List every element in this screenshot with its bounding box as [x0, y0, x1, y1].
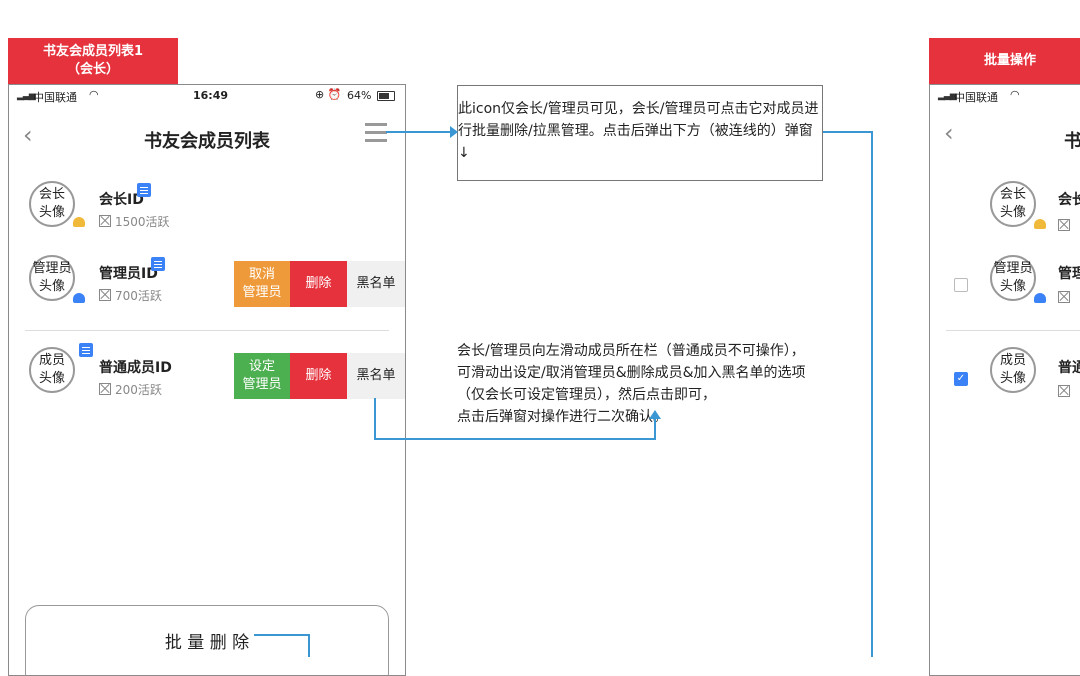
blacklist-button[interactable]: 黑名单: [347, 261, 405, 307]
select-checkbox[interactable]: [954, 278, 968, 292]
connector-note-to-right: [823, 131, 873, 133]
user-badge-icon: [1034, 293, 1046, 303]
wifi-icon: ◠: [89, 88, 99, 101]
member-activity: 1500活跃: [99, 213, 170, 230]
phone-screen-right: ▂▃▅ 中国联通 ◠ ‹ 书 会长头像 会长 管理员头像 管理 ✓ 成员头像 普…: [929, 84, 1080, 676]
user-badge-icon: [73, 293, 85, 303]
note-icon: [79, 343, 93, 357]
wifi-icon: ◠: [1010, 88, 1020, 101]
activity-icon: [1058, 215, 1074, 234]
status-bar: ▂▃▅ 中国联通 ◠ 16:49 ⊕ ⏰ 64%: [9, 85, 405, 107]
note-icon: [137, 183, 151, 197]
set-admin-button[interactable]: 设定 管理员: [234, 353, 290, 399]
carrier-label: 中国联通: [954, 91, 998, 104]
connector-swipe-horizontal: [374, 438, 656, 440]
back-chevron-icon[interactable]: ‹: [944, 119, 954, 147]
activity-icon: [1058, 381, 1074, 400]
activity-icon: [99, 383, 111, 395]
avatar: 成员 头像: [29, 347, 75, 393]
list-item[interactable]: 会长 头像 会长ID 1500活跃: [9, 177, 405, 245]
list-item[interactable]: 管理员 头像 管理员ID 700活跃 取消 管理员 删除 黑名单: [9, 251, 405, 319]
screen-tag-left: 书友会成员列表1 （会长）: [8, 38, 178, 84]
divider: [946, 330, 1080, 331]
screen-tag-line2: （会长）: [66, 62, 119, 77]
member-name: 普通: [1058, 360, 1080, 376]
batch-delete-label: 批 量 删 除: [164, 633, 250, 653]
swipe-annotation-line: 点击后弹窗对操作进行二次确认。: [457, 409, 667, 425]
phone-screen-left: ▂▃▅ 中国联通 ◠ 16:49 ⊕ ⏰ 64% ‹ 书友会成员列表 会长 头像 …: [8, 84, 406, 676]
connector-swipe-up: [654, 418, 656, 440]
connector-batch-horizontal: [254, 634, 310, 636]
divider: [25, 330, 389, 331]
menu-icon-annotation-box: 此icon仅会长/管理员可见，会长/管理员可点击它对成员进行批量删除/拉黑管理。…: [457, 85, 823, 181]
arrow-head-icon: [450, 126, 458, 138]
note-icon: [151, 257, 165, 271]
swipe-annotation: 会长/管理员向左滑动成员所在栏（普通成员不可操作）， 可滑动出设定/取消管理员&…: [457, 340, 867, 428]
member-activity: 200活跃: [99, 381, 162, 398]
list-item[interactable]: 成员 头像 普通成员ID 200活跃 设定 管理员 删除 黑名单: [9, 343, 405, 411]
activity-icon: [99, 215, 111, 227]
member-name: 管理员ID: [99, 266, 158, 282]
activity-icon: [1058, 287, 1074, 306]
screen-tag-line1: 书友会成员列表1: [42, 44, 144, 59]
connector-swipe-down: [374, 398, 376, 440]
menu-icon-annotation: 此icon仅会长/管理员可见，会长/管理员可点击它对成员进行批量删除/拉黑管理。…: [458, 101, 819, 161]
avatar: 成员 头像: [990, 347, 1036, 393]
member-activity: 700活跃: [99, 287, 162, 304]
battery-percent: 64%: [347, 89, 372, 102]
delete-button[interactable]: 删除: [290, 261, 347, 307]
carrier-label: 中国联通: [33, 91, 77, 104]
select-checkbox-checked[interactable]: ✓: [954, 372, 968, 386]
arrow-head-icon: [649, 410, 661, 419]
connector-batch-vertical: [308, 634, 310, 657]
swipe-annotation-line: （仅会长可设定管理员），然后点击即可，: [457, 387, 716, 403]
screen-tag-right-label: 批量操作: [984, 53, 1037, 68]
avatar: 会长 头像: [29, 181, 75, 227]
connector-note-to-right-vertical: [871, 131, 873, 657]
crown-badge-icon: [73, 217, 85, 227]
member-name: 普通成员ID: [99, 360, 172, 376]
screen-tag-right: 批量操作: [929, 38, 1080, 84]
member-name: 会长: [1058, 192, 1080, 208]
avatar: 管理员 头像: [990, 255, 1036, 301]
page-title: 书: [1064, 127, 1080, 153]
swipe-annotation-line: 可滑动出设定/取消管理员&删除成员&加入黑名单的选项: [457, 365, 806, 381]
batch-delete-button[interactable]: 批 量 删 除: [25, 605, 389, 675]
status-bar: ▂▃▅ 中国联通 ◠: [930, 85, 1080, 107]
swipe-annotation-line: 会长/管理员向左滑动成员所在栏（普通成员不可操作），: [457, 343, 805, 359]
clock-time: 16:49: [193, 89, 229, 102]
member-name: 管理: [1058, 266, 1080, 282]
crown-badge-icon: [1034, 219, 1046, 229]
avatar: 会长 头像: [990, 181, 1036, 227]
connector-menu-to-note: [386, 131, 452, 133]
alarm-icon: ⊕ ⏰: [315, 88, 342, 101]
battery-icon: [377, 91, 395, 101]
activity-icon: [99, 289, 111, 301]
delete-button[interactable]: 删除: [290, 353, 347, 399]
menu-icon[interactable]: [365, 123, 387, 143]
cancel-admin-button[interactable]: 取消 管理员: [234, 261, 290, 307]
blacklist-button[interactable]: 黑名单: [347, 353, 405, 399]
avatar: 管理员 头像: [29, 255, 75, 301]
page-title: 书友会成员列表: [144, 131, 270, 152]
